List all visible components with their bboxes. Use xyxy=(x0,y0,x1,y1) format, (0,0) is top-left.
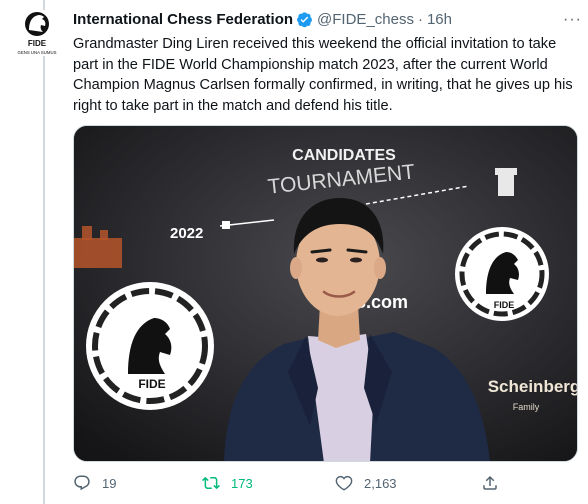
avatar[interactable]: FIDE GENS UNA SUMUS xyxy=(14,10,60,56)
tweet-actions: 19 173 2,163 xyxy=(73,474,503,496)
like-button[interactable]: 2,163 xyxy=(335,474,397,492)
tweet-timestamp[interactable]: 16h xyxy=(427,11,452,28)
retweet-icon xyxy=(202,476,220,490)
sponsor-sub: Family xyxy=(513,402,540,412)
author-handle[interactable]: @FIDE_chess xyxy=(317,11,414,28)
retweet-button[interactable]: 173 xyxy=(202,474,253,492)
thread-line xyxy=(43,0,45,504)
tweet-photo[interactable]: CANDIDATES TOURNAMENT 2022 FIDE FIDE S.c… xyxy=(73,125,578,462)
like-count: 2,163 xyxy=(364,475,397,491)
tweet-header: International Chess Federation @FIDE_che… xyxy=(73,6,581,32)
banner-year: 2022 xyxy=(170,225,203,242)
tweet-text: Grandmaster Ding Liren received this wee… xyxy=(73,36,573,114)
author-name[interactable]: International Chess Federation xyxy=(73,11,293,28)
avatar-motto: GENS UNA SUMUS xyxy=(18,50,57,55)
right-fide-logo-text: FIDE xyxy=(494,300,515,310)
more-icon[interactable]: ··· xyxy=(563,11,582,29)
reply-count: 19 xyxy=(102,475,117,491)
sponsor-name: Scheinberg xyxy=(488,377,578,396)
left-fide-logo-text: FIDE xyxy=(138,377,165,391)
reply-button[interactable]: 19 xyxy=(73,474,116,492)
tweet-content: International Chess Federation @FIDE_che… xyxy=(73,6,581,116)
photo-ding-liren: CANDIDATES TOURNAMENT 2022 FIDE FIDE S.c… xyxy=(74,126,578,461)
share-button[interactable] xyxy=(481,474,510,492)
separator-dot: · xyxy=(417,10,423,28)
retweet-count: 173 xyxy=(231,475,253,491)
reply-icon xyxy=(74,475,90,491)
avatar-logo-text: FIDE xyxy=(28,39,47,48)
banner-line1: CANDIDATES xyxy=(292,147,396,164)
verified-badge-icon xyxy=(296,11,313,28)
fide-logo-icon: FIDE GENS UNA SUMUS xyxy=(18,12,57,55)
share-icon xyxy=(483,475,497,490)
like-icon xyxy=(335,475,353,491)
